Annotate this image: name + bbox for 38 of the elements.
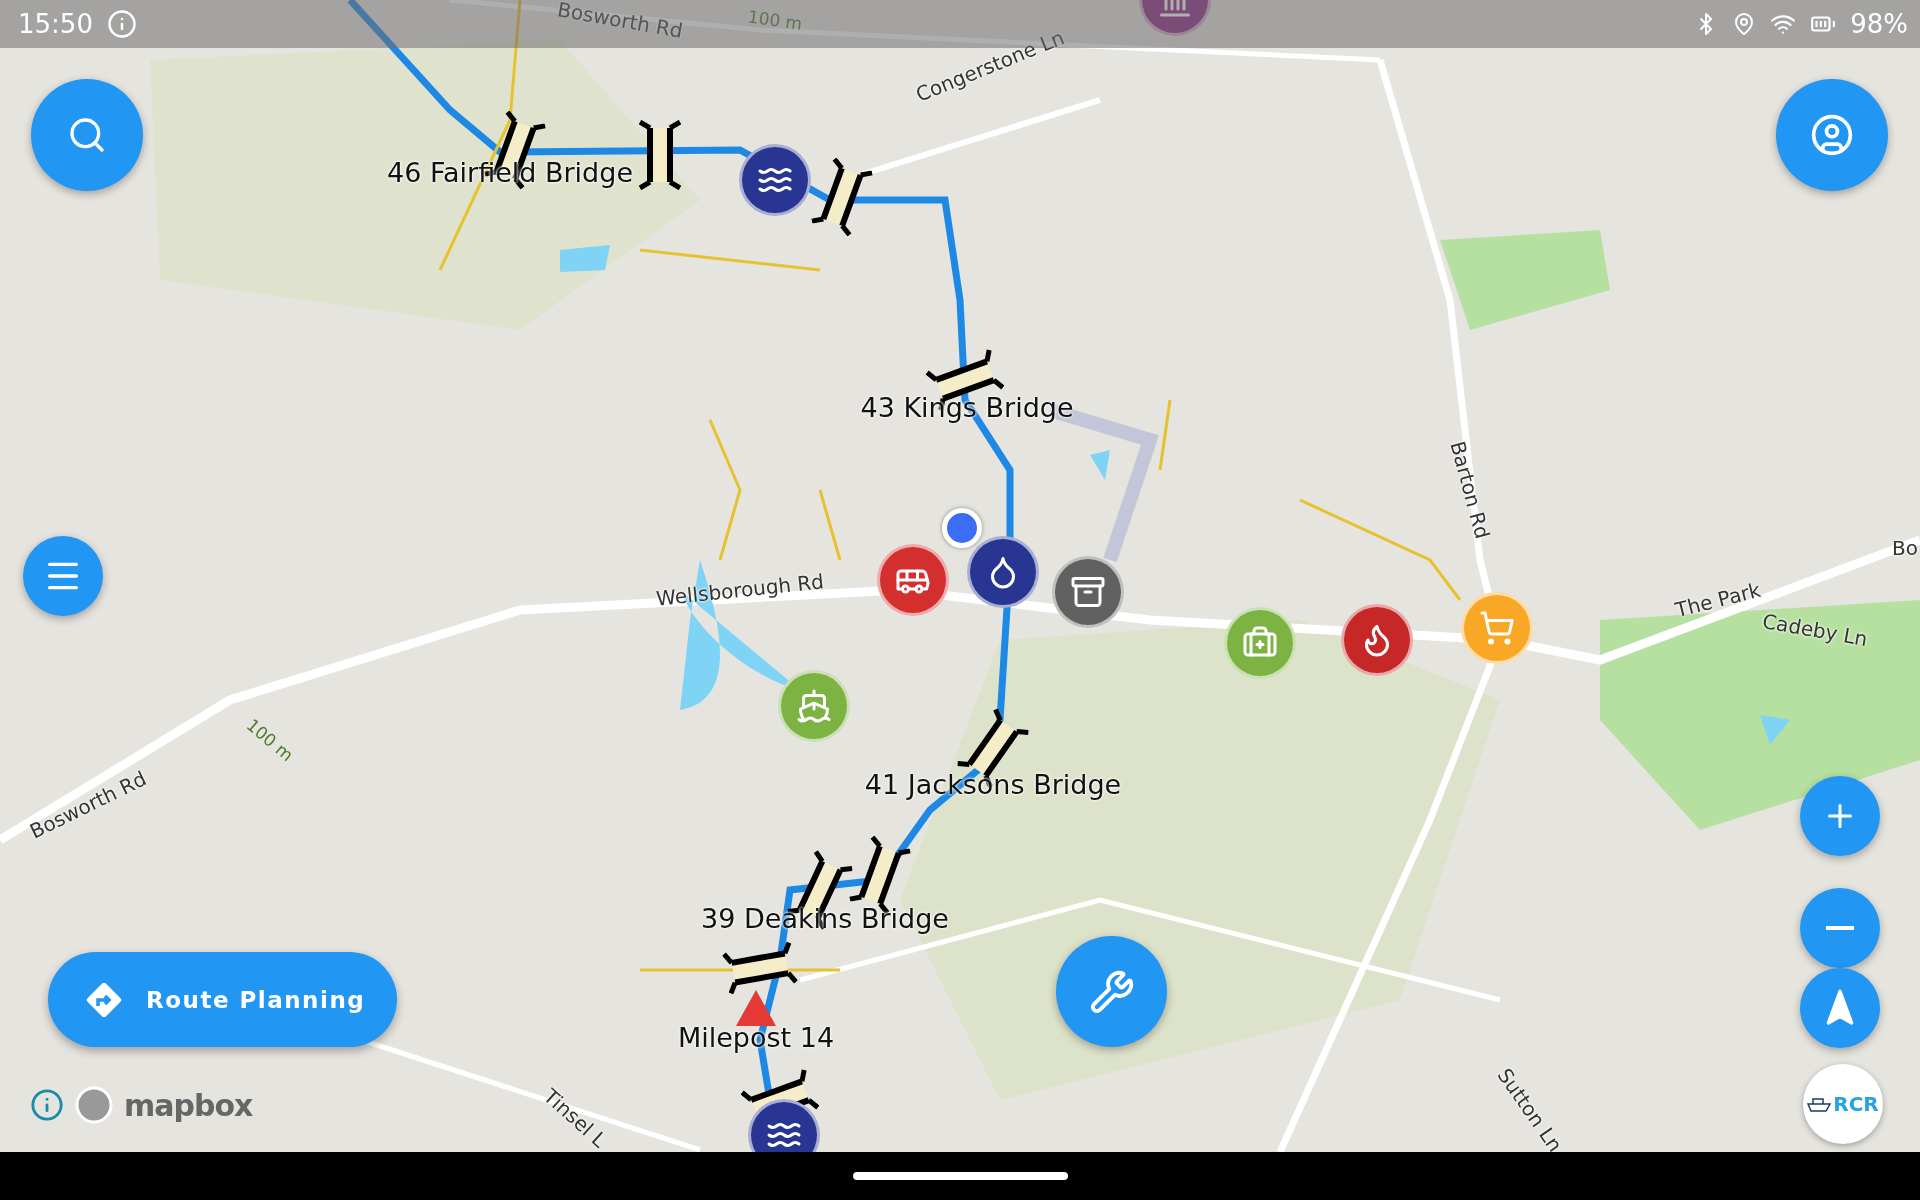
profile-button[interactable]	[1776, 79, 1888, 191]
lock-marker[interactable]	[748, 1099, 820, 1152]
wrench-icon	[1088, 968, 1135, 1015]
search-icon	[67, 115, 107, 155]
route-planning-button[interactable]: Route Planning	[48, 952, 397, 1047]
shopping-cart-icon	[1479, 610, 1515, 646]
bridge-icon	[809, 156, 875, 238]
user-icon	[1810, 113, 1854, 157]
home-handle[interactable]	[852, 1172, 1068, 1180]
clock: 15:50	[18, 9, 93, 39]
battery-level: 98%	[1850, 9, 1908, 39]
info-icon[interactable]	[30, 1088, 64, 1122]
tap-marker[interactable]	[967, 536, 1039, 608]
info-icon	[106, 9, 137, 39]
road-label: Barton Rd	[1445, 438, 1495, 542]
bridge-icon	[638, 120, 682, 190]
road-label: Cadeby Ln	[1760, 609, 1870, 651]
road-label: Bo	[1892, 536, 1918, 560]
mapbox-logo-icon	[74, 1085, 114, 1125]
minus-icon	[1826, 926, 1854, 930]
boat-icon	[796, 688, 832, 724]
location-dot	[942, 508, 982, 548]
bin-icon	[1070, 574, 1106, 610]
menu-button[interactable]	[23, 536, 103, 616]
zoom-in-button[interactable]	[1800, 776, 1880, 856]
compass-button[interactable]	[1800, 968, 1880, 1048]
contour-label: 100 m	[746, 6, 804, 34]
road-label: Wellsborough Rd	[655, 569, 825, 611]
milepost-icon	[736, 990, 776, 1026]
boat-icon	[1807, 1096, 1832, 1112]
road-label: The Park	[1673, 577, 1763, 623]
search-button[interactable]	[31, 79, 143, 191]
company-logo: RCR	[1803, 1064, 1883, 1144]
contour-label: 100 m	[242, 714, 298, 766]
zoom-out-button[interactable]	[1800, 888, 1880, 968]
mapbox-wordmark: mapbox	[124, 1087, 253, 1123]
bridge-icon	[721, 940, 799, 996]
road-label: Bosworth Rd	[555, 0, 685, 43]
